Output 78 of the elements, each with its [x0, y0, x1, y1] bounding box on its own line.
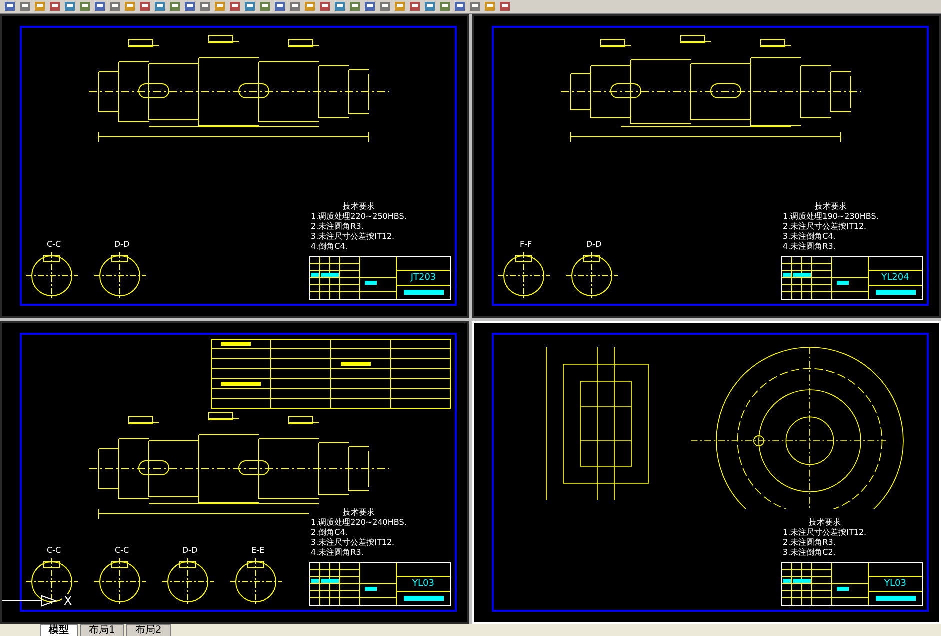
toolbar-icon[interactable]	[19, 1, 31, 12]
toolbar-icon[interactable]	[34, 1, 46, 12]
technical-note: 4.未注圆角R3.	[783, 242, 837, 252]
toolbar-icon[interactable]	[109, 1, 121, 12]
section-label: D-D	[586, 240, 602, 250]
toolbar-icon[interactable]	[199, 1, 211, 12]
layout-tab[interactable]: 布局2	[126, 624, 171, 636]
technical-note: 2.倒角C4.	[311, 528, 349, 538]
technical-note: 3.未注倒角C4.	[783, 232, 837, 242]
toolbar-icon[interactable]	[484, 1, 496, 12]
technical-note: 2.未注圆角R3.	[783, 538, 837, 548]
toolbar-icon[interactable]	[364, 1, 376, 12]
toolbar-icon[interactable]	[79, 1, 91, 12]
toolbar-icon[interactable]	[184, 1, 196, 12]
toolbar-icon[interactable]	[259, 1, 271, 12]
axis-label: X	[62, 594, 74, 608]
layout-tab[interactable]: 布局1	[80, 624, 124, 636]
technical-note: 4.未注圆角R3.	[311, 548, 365, 558]
ucs-axis-icon	[2, 594, 58, 608]
section-label: D-D	[114, 240, 130, 250]
drawing-number: YL03	[397, 577, 450, 592]
toolbar-icon[interactable]	[214, 1, 226, 12]
drawing-number: YL03	[869, 577, 922, 592]
toolbar-icon[interactable]	[349, 1, 361, 12]
viewport[interactable]: C-C C-C D-D E-E 技术要求 1.调质处理220~240HBS. 2.倒角C4. 3.未注尺寸公差按IT12. 4.未注圆角R3. YL03 X	[0, 320, 469, 624]
toolbar-icon[interactable]	[229, 1, 241, 12]
section-label: D-D	[182, 546, 198, 556]
notes-title: 技术要求	[808, 518, 841, 528]
toolbar-icon[interactable]	[244, 1, 256, 12]
technical-note: 1.调质处理220~250HBS.	[311, 212, 407, 222]
toolbar-icon[interactable]	[49, 1, 61, 12]
technical-note: 3.未注倒角C2.	[783, 548, 837, 558]
drawing-number: JT203	[397, 270, 450, 286]
section-label: F-F	[520, 240, 532, 250]
toolbar-icon[interactable]	[169, 1, 181, 12]
toolbar-icon[interactable]	[124, 1, 136, 12]
viewport[interactable]: C-C D-D 技术要求 1.调质处理220~250HBS. 2.未注圆角R3. 3.未注尺寸公差按IT12. 4.倒角C4. JT203	[0, 14, 469, 318]
viewport[interactable]: 技术要求 1.未注尺寸公差按IT12. 2.未注圆角R3. 3.未注倒角C2. YL03	[472, 320, 941, 624]
toolbar-icon[interactable]	[64, 1, 76, 12]
section-label: C-C	[46, 546, 62, 556]
toolbar-icon[interactable]	[454, 1, 466, 12]
technical-note: 3.未注尺寸公差按IT12.	[311, 538, 396, 548]
title-field-bar	[404, 290, 444, 294]
layout-tab[interactable]: 模型	[40, 624, 78, 636]
toolbar-icon[interactable]	[499, 1, 511, 12]
toolbar-icon[interactable]	[319, 1, 331, 12]
toolbar-icon[interactable]	[394, 1, 406, 12]
notes-title: 技术要求	[342, 202, 375, 212]
toolbar-icon[interactable]	[334, 1, 346, 12]
technical-note: 1.调质处理190~230HBS.	[783, 212, 879, 222]
toolbar-icon[interactable]	[94, 1, 106, 12]
toolbar-icon[interactable]	[274, 1, 286, 12]
title-field-bar	[404, 596, 444, 601]
technical-note: 1.调质处理220~240HBS.	[311, 518, 407, 528]
toolbar-icon[interactable]	[139, 1, 151, 12]
notes-title: 技术要求	[814, 202, 847, 212]
toolbar-icon[interactable]	[439, 1, 451, 12]
toolbar-icon[interactable]	[154, 1, 166, 12]
toolbar-icon[interactable]	[424, 1, 436, 12]
toolbar-icon[interactable]	[469, 1, 481, 12]
toolbar-icon[interactable]	[289, 1, 301, 12]
viewport[interactable]: F-F D-D 技术要求 1.调质处理190~230HBS. 2.未注尺寸公差按IT12. 3.未注倒角C4. 4.未注圆角R3. YL204	[472, 14, 941, 318]
section-label: E-E	[252, 546, 264, 556]
section-label: C-C	[114, 546, 130, 556]
technical-note: 2.未注尺寸公差按IT12.	[783, 222, 868, 232]
technical-note: 4.倒角C4.	[311, 242, 349, 252]
toolbar-icon[interactable]	[4, 1, 16, 12]
technical-note: 3.未注尺寸公差按IT12.	[311, 232, 396, 242]
drawing-number: YL204	[869, 270, 922, 286]
toolbar-icon[interactable]	[304, 1, 316, 12]
title-field-bar	[876, 596, 916, 601]
section-label: C-C	[46, 240, 62, 250]
technical-note: 2.未注圆角R3.	[311, 222, 365, 232]
notes-title: 技术要求	[342, 508, 375, 518]
toolbar-icon[interactable]	[409, 1, 421, 12]
toolbar-icon[interactable]	[379, 1, 391, 12]
title-field-bar	[876, 290, 916, 294]
technical-note: 1.未注尺寸公差按IT12.	[783, 528, 867, 538]
